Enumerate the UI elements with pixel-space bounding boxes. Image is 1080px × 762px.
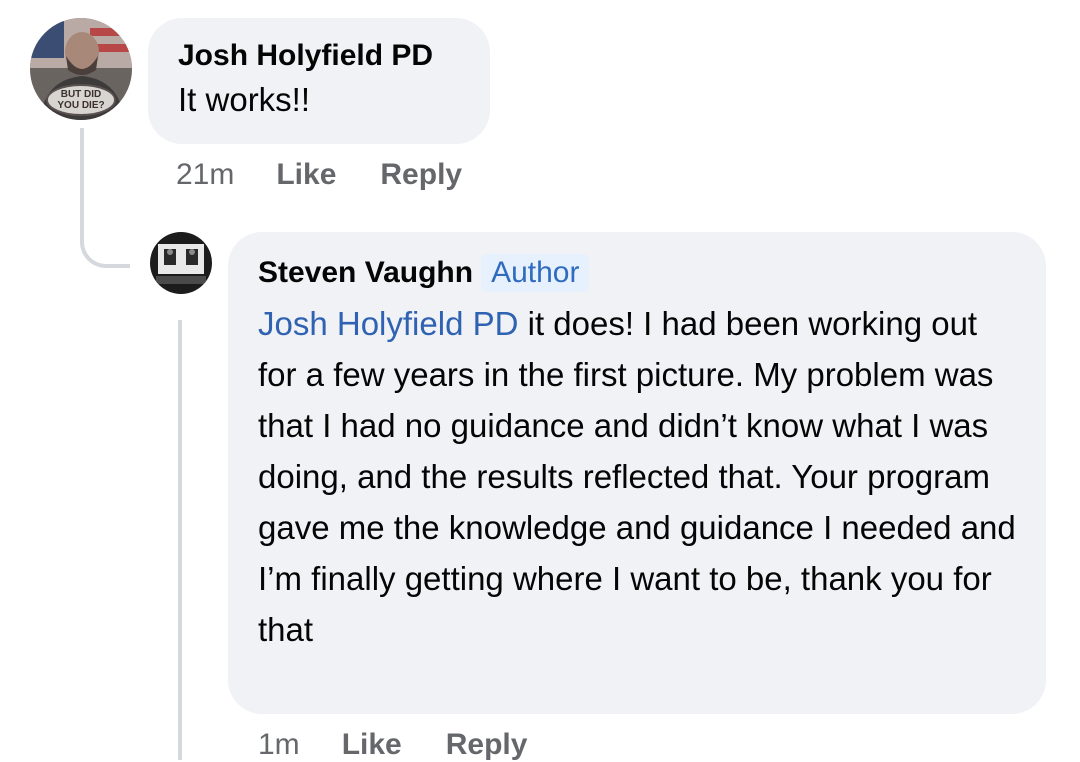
comment-timestamp[interactable]: 21m (176, 158, 234, 192)
avatar-josh[interactable]: BUT DID YOU DIE? (30, 18, 132, 120)
reply-button[interactable]: Reply (446, 728, 528, 762)
comment-timestamp[interactable]: 1m (258, 728, 300, 762)
comment-actions-josh: 21m Like Reply (176, 158, 506, 192)
comment-bubble-steven: Steven Vaughn Author Josh Holyfield PD it… (228, 232, 1046, 714)
reply-thread-line (178, 320, 182, 760)
mention-link[interactable]: Josh Holyfield PD (258, 305, 518, 342)
comment-author-name[interactable]: Steven Vaughn (258, 256, 473, 289)
comment-text: Josh Holyfield PD it does! I had been wo… (258, 298, 1018, 655)
comment-text: It works!! (178, 81, 311, 118)
comment-author-header: Steven Vaughn Author (258, 254, 1018, 292)
like-button[interactable]: Like (342, 728, 402, 762)
comment-actions-steven: 1m Like Reply (258, 728, 571, 762)
comment-author-name[interactable]: Josh Holyfield PD (178, 38, 490, 74)
avatar-steven[interactable] (150, 232, 212, 294)
comment-body-text: it does! I had been working out for a fe… (258, 305, 1016, 648)
thread-connector-line (80, 128, 130, 268)
reply-button[interactable]: Reply (380, 158, 462, 192)
svg-text:YOU DIE?: YOU DIE? (57, 100, 104, 111)
avatar-josh-image: BUT DID YOU DIE? (30, 18, 132, 120)
avatar-steven-image (150, 232, 212, 294)
svg-text:BUT DID: BUT DID (61, 89, 102, 100)
comment-bubble-josh: Josh Holyfield PD It works!! (148, 18, 490, 144)
like-button[interactable]: Like (276, 158, 336, 192)
author-badge: Author (481, 254, 590, 292)
